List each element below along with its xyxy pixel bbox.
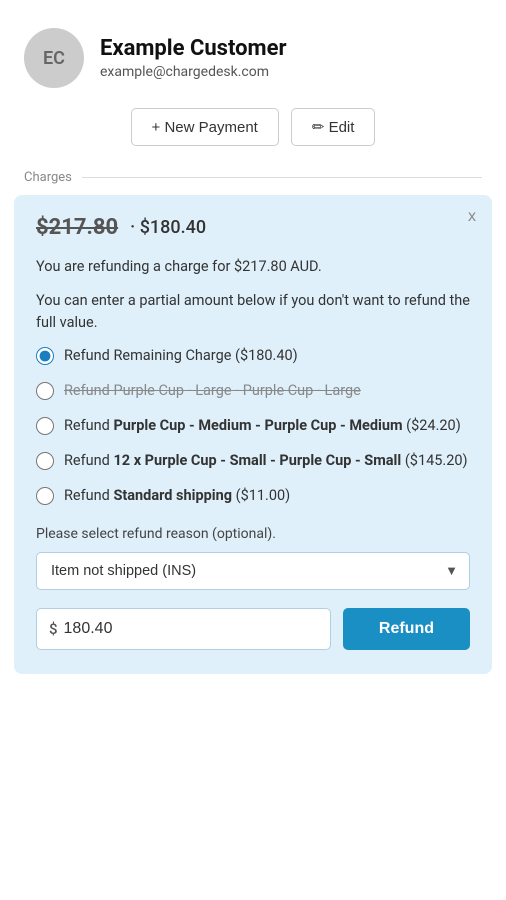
- radio-option-small[interactable]: Refund 12 x Purple Cup - Small - Purple …: [36, 450, 470, 471]
- refund-display-amount: · $180.40: [130, 217, 206, 238]
- edit-button[interactable]: ✏ Edit: [291, 108, 376, 146]
- radio-large[interactable]: [36, 382, 54, 400]
- radio-option-remaining[interactable]: Refund Remaining Charge ($180.40): [36, 345, 470, 366]
- customer-email: example@chargedesk.com: [100, 64, 287, 80]
- refund-card: $217.80 · $180.40 x You are refunding a …: [14, 195, 492, 674]
- close-button[interactable]: x: [468, 209, 476, 225]
- radio-medium[interactable]: [36, 417, 54, 435]
- reason-select-wrapper: Item not shipped (INS) Duplicate (DUP) F…: [36, 552, 470, 590]
- radio-remaining[interactable]: [36, 347, 54, 365]
- radio-label-medium: Refund Purple Cup - Medium - Purple Cup …: [64, 415, 461, 436]
- amount-input-wrapper: $: [36, 608, 331, 650]
- section-divider: [82, 177, 482, 178]
- refund-button[interactable]: Refund: [343, 608, 470, 650]
- new-payment-button[interactable]: + New Payment: [131, 108, 279, 146]
- radio-label-small: Refund 12 x Purple Cup - Small - Purple …: [64, 450, 468, 471]
- card-header: $217.80 · $180.40 x: [36, 215, 470, 240]
- info-text-2: You can enter a partial amount below if …: [36, 290, 470, 334]
- action-buttons: + New Payment ✏ Edit: [0, 108, 506, 170]
- radio-label-large: Refund Purple Cup - Large - Purple Cup -…: [64, 380, 361, 401]
- radio-shipping[interactable]: [36, 487, 54, 505]
- refund-action: $ Refund: [36, 608, 470, 650]
- customer-name: Example Customer: [100, 36, 287, 61]
- radio-group: Refund Remaining Charge ($180.40) Refund…: [36, 345, 470, 506]
- customer-info: Example Customer example@chargedesk.com: [100, 36, 287, 80]
- reason-select[interactable]: Item not shipped (INS) Duplicate (DUP) F…: [36, 552, 470, 590]
- radio-option-medium[interactable]: Refund Purple Cup - Medium - Purple Cup …: [36, 415, 470, 436]
- amount-input[interactable]: [64, 610, 318, 648]
- radio-option-shipping[interactable]: Refund Standard shipping ($11.00): [36, 485, 470, 506]
- customer-header: EC Example Customer example@chargedesk.c…: [0, 0, 506, 108]
- radio-label-remaining: Refund Remaining Charge ($180.40): [64, 345, 298, 366]
- original-amount: $217.80: [36, 215, 118, 240]
- info-text-1: You are refunding a charge for $217.80 A…: [36, 256, 470, 278]
- radio-label-shipping: Refund Standard shipping ($11.00): [64, 485, 290, 506]
- radio-option-large[interactable]: Refund Purple Cup - Large - Purple Cup -…: [36, 380, 470, 401]
- radio-small[interactable]: [36, 452, 54, 470]
- avatar: EC: [24, 28, 84, 88]
- currency-symbol: $: [49, 620, 58, 638]
- charges-label: Charges: [24, 170, 72, 185]
- reason-label: Please select refund reason (optional).: [36, 526, 470, 542]
- charges-section-label: Charges: [0, 170, 506, 195]
